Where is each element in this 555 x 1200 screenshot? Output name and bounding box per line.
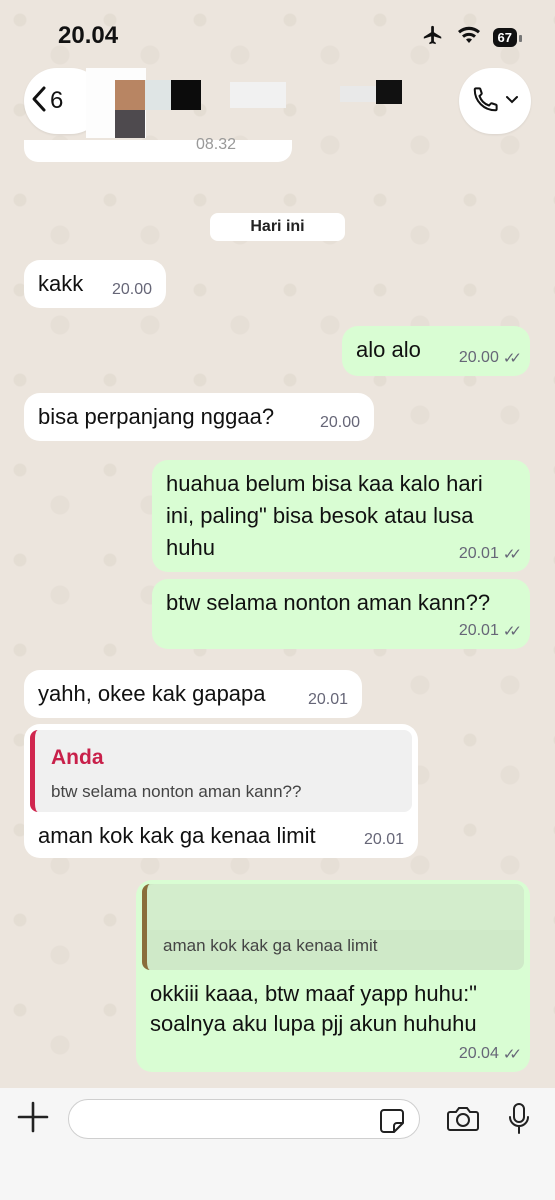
read-receipt-icon: ✓✓ bbox=[502, 1046, 522, 1063]
message-time: 20.01 ✓✓ bbox=[458, 545, 522, 563]
message-time: 20.04 ✓✓ bbox=[458, 1045, 522, 1063]
chat-header: 6 bbox=[0, 62, 555, 140]
message-text: aman kok kak ga kenaa limit bbox=[38, 823, 316, 848]
quoted-text: btw selama nonton aman kann?? bbox=[51, 782, 302, 801]
date-divider: Hari ini bbox=[210, 213, 345, 241]
redaction-block bbox=[145, 80, 171, 110]
message-bubble[interactable]: kakk 20.00 bbox=[24, 260, 166, 308]
message-time: 20.00 bbox=[319, 414, 360, 431]
phone-icon bbox=[471, 84, 501, 119]
status-icons: 67 bbox=[421, 24, 523, 51]
back-chevron-icon bbox=[30, 85, 48, 118]
message-time: 20.00 bbox=[111, 281, 152, 298]
message-bubble[interactable]: huahua belum bisa kaa kalo hari ini, pal… bbox=[152, 460, 530, 572]
read-receipt-icon: ✓✓ bbox=[502, 350, 522, 367]
message-bubble[interactable]: btw selama nonton aman kann?? 20.01 ✓✓ bbox=[152, 579, 530, 649]
message-input[interactable] bbox=[68, 1099, 420, 1139]
quoted-reply[interactable]: aman kok kak ga kenaa limit bbox=[142, 884, 524, 970]
message-bubble[interactable]: Anda btw selama nonton aman kann?? aman … bbox=[24, 724, 418, 858]
message-text: btw selama nonton aman kann?? bbox=[166, 590, 491, 615]
redaction-block bbox=[115, 110, 145, 138]
redaction-block bbox=[230, 82, 286, 108]
plus-icon[interactable] bbox=[16, 1100, 50, 1141]
message-bubble[interactable]: aman kok kak ga kenaa limit okkiii kaaa,… bbox=[136, 880, 530, 1072]
mic-icon[interactable] bbox=[507, 1102, 531, 1141]
call-button[interactable] bbox=[459, 68, 531, 134]
composer-bar bbox=[0, 1088, 555, 1200]
message-text-line: huahua belum bisa kaa kalo hari bbox=[166, 471, 483, 496]
redaction-block bbox=[340, 86, 380, 102]
quoted-text: aman kok kak ga kenaa limit bbox=[163, 936, 378, 955]
redaction-block bbox=[147, 884, 524, 930]
message-text: alo alo bbox=[356, 337, 421, 362]
message-bubble[interactable]: bisa perpanjang nggaa? 20.00 bbox=[24, 393, 374, 441]
clock: 20.04 bbox=[58, 22, 119, 49]
message-time: 20.01 bbox=[307, 691, 348, 708]
message-text: kakk bbox=[38, 271, 84, 296]
read-receipt-icon: ✓✓ bbox=[502, 546, 522, 563]
read-receipt-icon: ✓✓ bbox=[502, 623, 522, 640]
battery-indicator: 67 bbox=[492, 28, 523, 47]
message-text-line: huhu bbox=[166, 535, 215, 560]
message-time: 20.00 ✓✓ bbox=[458, 349, 522, 367]
unread-count: 6 bbox=[50, 87, 64, 114]
sticker-icon[interactable] bbox=[378, 1107, 406, 1140]
message-bubble[interactable]: yahh, okee kak gapapa 20.01 bbox=[24, 670, 362, 718]
message-text-line: ini, paling" bisa besok atau lusa bbox=[166, 503, 474, 528]
redaction-block bbox=[376, 80, 402, 104]
status-bar: 20.04 67 bbox=[0, 0, 555, 70]
message-text: yahh, okee kak gapapa bbox=[38, 681, 266, 706]
message-time: 20.01 bbox=[363, 831, 404, 848]
chevron-down-icon bbox=[505, 92, 519, 110]
camera-icon[interactable] bbox=[446, 1104, 480, 1139]
redaction-block bbox=[171, 80, 201, 110]
message-text: bisa perpanjang nggaa? bbox=[38, 404, 275, 429]
airplane-icon bbox=[421, 24, 445, 51]
quoted-reply[interactable]: Anda btw selama nonton aman kann?? bbox=[30, 730, 412, 812]
quoted-sender: Anda bbox=[51, 746, 104, 769]
message-bubble[interactable]: alo alo 20.00 ✓✓ bbox=[342, 326, 530, 376]
redaction-block bbox=[115, 80, 145, 110]
message-time: 20.01 ✓✓ bbox=[458, 622, 522, 640]
wifi-icon bbox=[457, 25, 481, 50]
message-text-line: soalnya aku lupa pjj akun huhuhu bbox=[150, 1011, 477, 1036]
message-text-line: okkiii kaaa, btw maaf yapp huhu:" bbox=[150, 981, 477, 1006]
